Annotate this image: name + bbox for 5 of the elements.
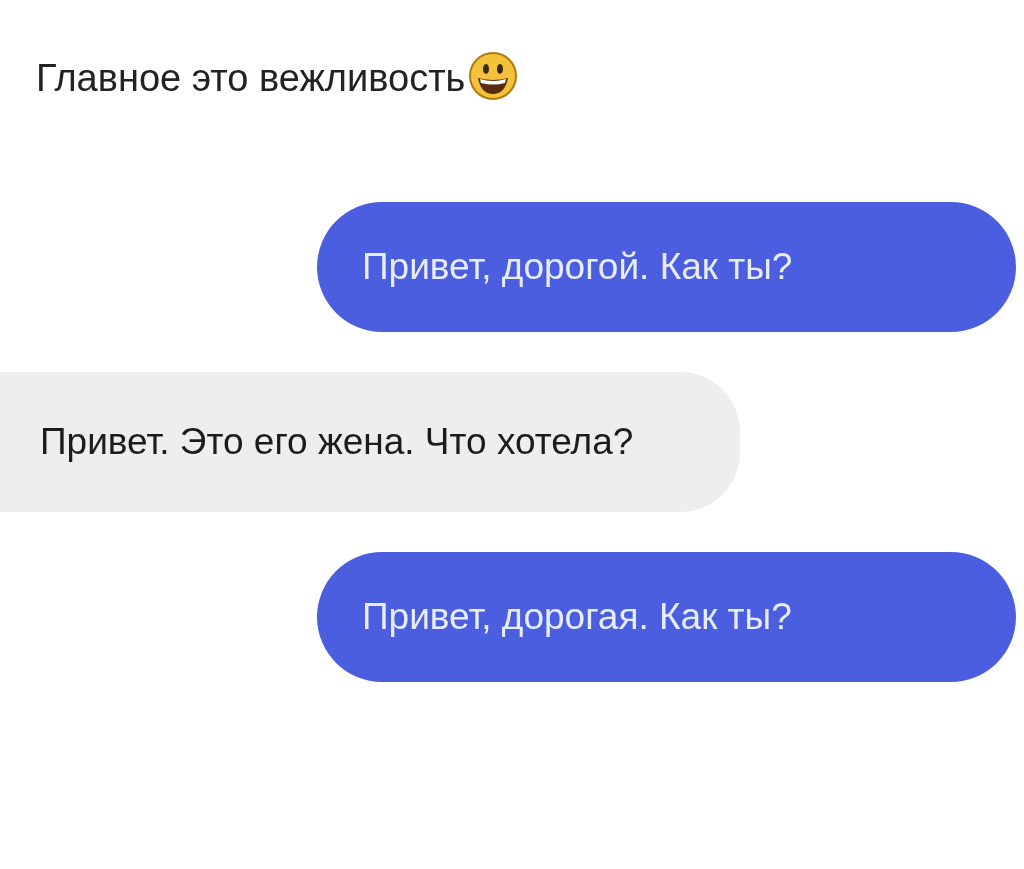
post-caption: Главное это вежливость [36,56,466,101]
sent-message-bubble: Привет, дорогой. Как ты? [317,202,1016,332]
received-message-bubble: Привет. Это его жена. Что хотела? [0,372,740,512]
sent-message-bubble: Привет, дорогая. Как ты? [317,552,1016,682]
smiley-icon [467,50,520,102]
